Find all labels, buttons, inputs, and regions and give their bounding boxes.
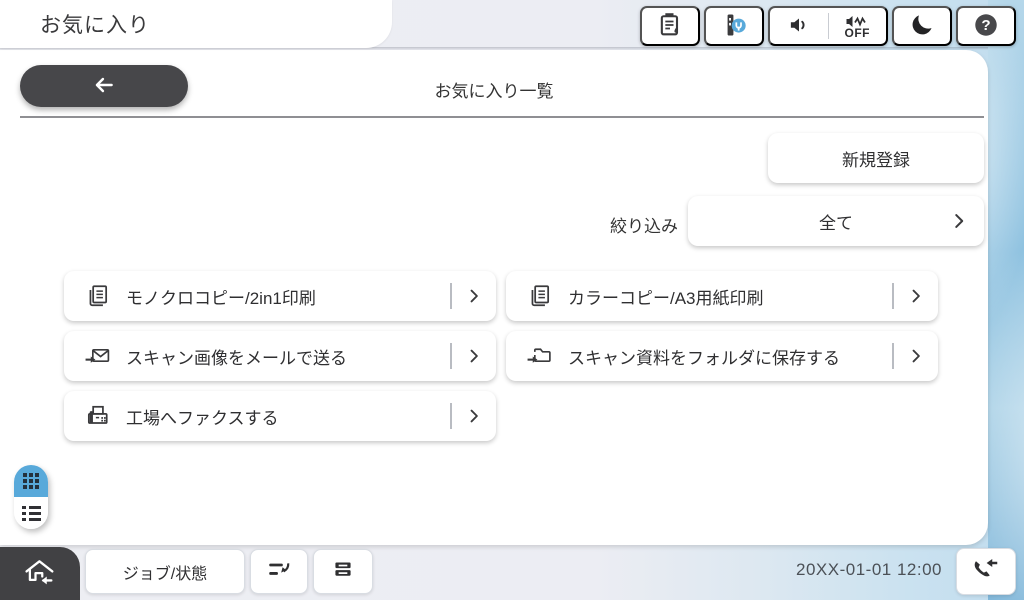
favorite-item-scan-to-folder[interactable]: スキャン資料をフォルダに保存する bbox=[506, 331, 938, 381]
favorite-item-color-copy[interactable]: カラーコピー/A3用紙印刷 bbox=[506, 271, 938, 321]
chevron-right-icon bbox=[894, 286, 938, 306]
screen-title: お気に入り一覧 bbox=[0, 77, 988, 102]
sleep-mode-icon bbox=[908, 11, 936, 42]
sound-settings-button[interactable]: OFF bbox=[768, 6, 888, 46]
filter-select-button[interactable]: 全て bbox=[688, 196, 984, 246]
help-button[interactable]: ? bbox=[956, 6, 1016, 46]
sound-off-label: OFF bbox=[845, 27, 871, 39]
favorite-item-right bbox=[450, 403, 496, 429]
grid-view-icon bbox=[23, 473, 39, 489]
favorite-item-right bbox=[450, 283, 496, 309]
favorite-item-mono-copy[interactable]: モノクロコピー/2in1印刷 bbox=[64, 271, 496, 321]
alarm-volume-off-icon: OFF bbox=[844, 13, 870, 39]
favorite-item-right bbox=[892, 343, 938, 369]
datetime-display: 20XX-01-01 12:00 bbox=[700, 560, 942, 580]
device-status-icon bbox=[720, 11, 748, 42]
fax-icon bbox=[84, 403, 111, 429]
sleep-mode-button[interactable] bbox=[892, 6, 952, 46]
job-status-button[interactable]: ジョブ/状態 bbox=[85, 549, 245, 594]
chevron-right-icon bbox=[894, 346, 938, 366]
home-button[interactable] bbox=[0, 547, 80, 600]
list-view-icon bbox=[22, 506, 41, 521]
job-log-button[interactable] bbox=[250, 549, 308, 594]
favorite-item-right bbox=[450, 343, 496, 369]
chevron-right-icon bbox=[948, 210, 970, 237]
tray-status-icon bbox=[330, 556, 356, 587]
favorite-item-fax[interactable]: 工場へファクスする bbox=[64, 391, 496, 441]
favorite-label: スキャン資料をフォルダに保存する bbox=[568, 344, 840, 369]
background-blue-band bbox=[988, 0, 1024, 600]
favorite-label: モノクロコピー/2in1印刷 bbox=[126, 284, 316, 309]
help-icon: ? bbox=[972, 11, 1000, 42]
scan-to-mail-icon bbox=[84, 343, 111, 369]
favorite-label: 工場へファクスする bbox=[126, 404, 279, 429]
volume-icon bbox=[786, 12, 812, 41]
main-panel: お気に入り一覧 新規登録 絞り込み 全て モノクロコピー/2in1印刷 bbox=[0, 50, 988, 545]
button-divider bbox=[828, 13, 829, 39]
copy-document-icon bbox=[526, 283, 553, 309]
job-log-icon bbox=[266, 556, 292, 587]
topbar: OFF ? bbox=[0, 6, 1024, 46]
header-divider bbox=[20, 116, 984, 118]
favorite-item-right bbox=[892, 283, 938, 309]
chevron-right-icon bbox=[452, 286, 496, 306]
incoming-fax-button[interactable] bbox=[956, 548, 1016, 595]
tray-status-button[interactable] bbox=[313, 549, 373, 594]
device-status-button[interactable] bbox=[704, 6, 764, 46]
filter-value: 全て bbox=[819, 209, 853, 234]
new-registration-button[interactable]: 新規登録 bbox=[768, 133, 984, 183]
phone-arrow-icon bbox=[971, 554, 1001, 589]
scan-to-folder-icon bbox=[526, 343, 553, 369]
filter-label: 絞り込み bbox=[500, 212, 678, 237]
chevron-right-icon bbox=[452, 406, 496, 426]
favorite-label: スキャン画像をメールで送る bbox=[126, 344, 347, 369]
favorite-item-scan-to-mail[interactable]: スキャン画像をメールで送る bbox=[64, 331, 496, 381]
view-mode-toggle bbox=[14, 465, 48, 529]
consumables-icon bbox=[656, 11, 684, 42]
copy-document-icon bbox=[84, 283, 111, 309]
home-icon bbox=[22, 556, 58, 591]
svg-text:?: ? bbox=[981, 17, 990, 34]
favorites-list: モノクロコピー/2in1印刷 カラーコピー/A3用紙印刷 bbox=[64, 271, 940, 441]
consumables-status-button[interactable] bbox=[640, 6, 700, 46]
favorite-label: カラーコピー/A3用紙印刷 bbox=[568, 284, 764, 309]
grid-view-button[interactable] bbox=[14, 465, 48, 497]
chevron-right-icon bbox=[452, 346, 496, 366]
